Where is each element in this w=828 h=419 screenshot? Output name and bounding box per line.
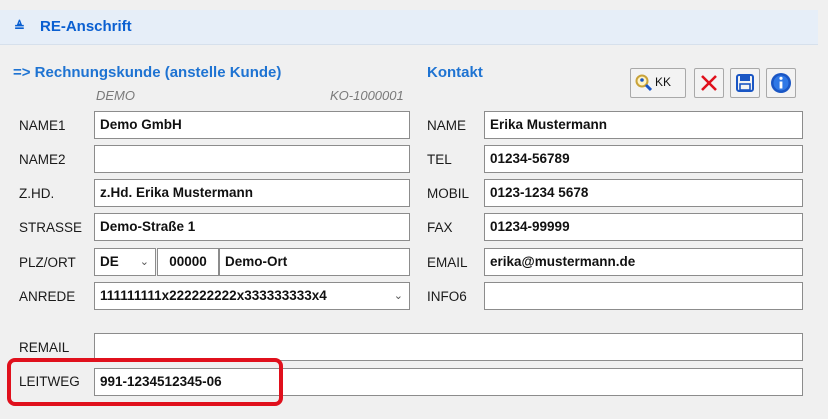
- label-email: EMAIL: [427, 255, 468, 270]
- delete-button[interactable]: [694, 68, 724, 98]
- label-tel: TEL: [427, 152, 452, 167]
- country-select[interactable]: DE ⌄: [94, 248, 156, 276]
- contact-heading: Kontakt: [427, 64, 483, 81]
- label-zhd: Z.HD.: [19, 186, 55, 201]
- customer-number: KO-1000001: [330, 88, 404, 103]
- fax-field[interactable]: 01234-99999: [484, 213, 803, 241]
- info6-field[interactable]: [484, 282, 803, 310]
- label-info6: INFO6: [427, 289, 467, 304]
- tel-field[interactable]: 01234-56789: [484, 145, 803, 173]
- section-title: RE-Anschrift: [40, 18, 132, 35]
- close-x-icon: [701, 75, 717, 91]
- label-name1: NAME1: [19, 118, 66, 133]
- chevron-down-icon[interactable]: ⌄: [140, 249, 149, 275]
- label-mobil: MOBIL: [427, 186, 470, 201]
- label-name: NAME: [427, 118, 467, 133]
- label-remail: REMAIL: [19, 340, 70, 355]
- double-chevron-icon[interactable]: ≜: [14, 19, 25, 35]
- zhd-field[interactable]: z.Hd. Erika Mustermann: [94, 179, 410, 207]
- kk-search-button[interactable]: KK: [630, 68, 686, 98]
- section-header[interactable]: ≜ RE-Anschrift: [0, 10, 818, 45]
- label-plzort: PLZ/ORT: [19, 255, 76, 270]
- label-anrede: ANREDE: [19, 289, 76, 304]
- name2-field[interactable]: [94, 145, 410, 173]
- strasse-field[interactable]: Demo-Straße 1: [94, 213, 410, 241]
- label-strasse: STRASSE: [19, 220, 83, 235]
- name1-field[interactable]: Demo GmbH: [94, 111, 410, 139]
- info-icon: [771, 73, 791, 93]
- label-name2: NAME2: [19, 152, 66, 167]
- kk-label: KK: [655, 75, 672, 89]
- chevron-down-icon[interactable]: ⌄: [394, 283, 403, 309]
- anrede-select[interactable]: 111111111x222222222x333333333x4 ⌄: [94, 282, 410, 310]
- contact-name-field[interactable]: Erika Mustermann: [484, 111, 803, 139]
- ort-field[interactable]: Demo-Ort: [219, 248, 410, 276]
- customer-code: DEMO: [96, 88, 135, 103]
- info-button[interactable]: [766, 68, 796, 98]
- re-anschrift-panel: ≜ RE-Anschrift => Rechnungskunde (anstel…: [0, 0, 828, 419]
- search-person-icon: [635, 74, 653, 92]
- label-fax: FAX: [427, 220, 453, 235]
- floppy-disk-icon: [736, 74, 754, 92]
- plz-field[interactable]: 00000: [157, 248, 219, 276]
- remail-field[interactable]: [94, 333, 803, 361]
- mobil-field[interactable]: 0123-1234 5678: [484, 179, 803, 207]
- email-field[interactable]: erika@mustermann.de: [484, 248, 803, 276]
- save-button[interactable]: [730, 68, 760, 98]
- anrede-value: 111111111x222222222x333333333x4: [100, 288, 327, 303]
- leitweg-highlight: [7, 358, 283, 406]
- billing-customer-heading: => Rechnungskunde (anstelle Kunde): [13, 64, 282, 81]
- country-value: DE: [100, 254, 119, 269]
